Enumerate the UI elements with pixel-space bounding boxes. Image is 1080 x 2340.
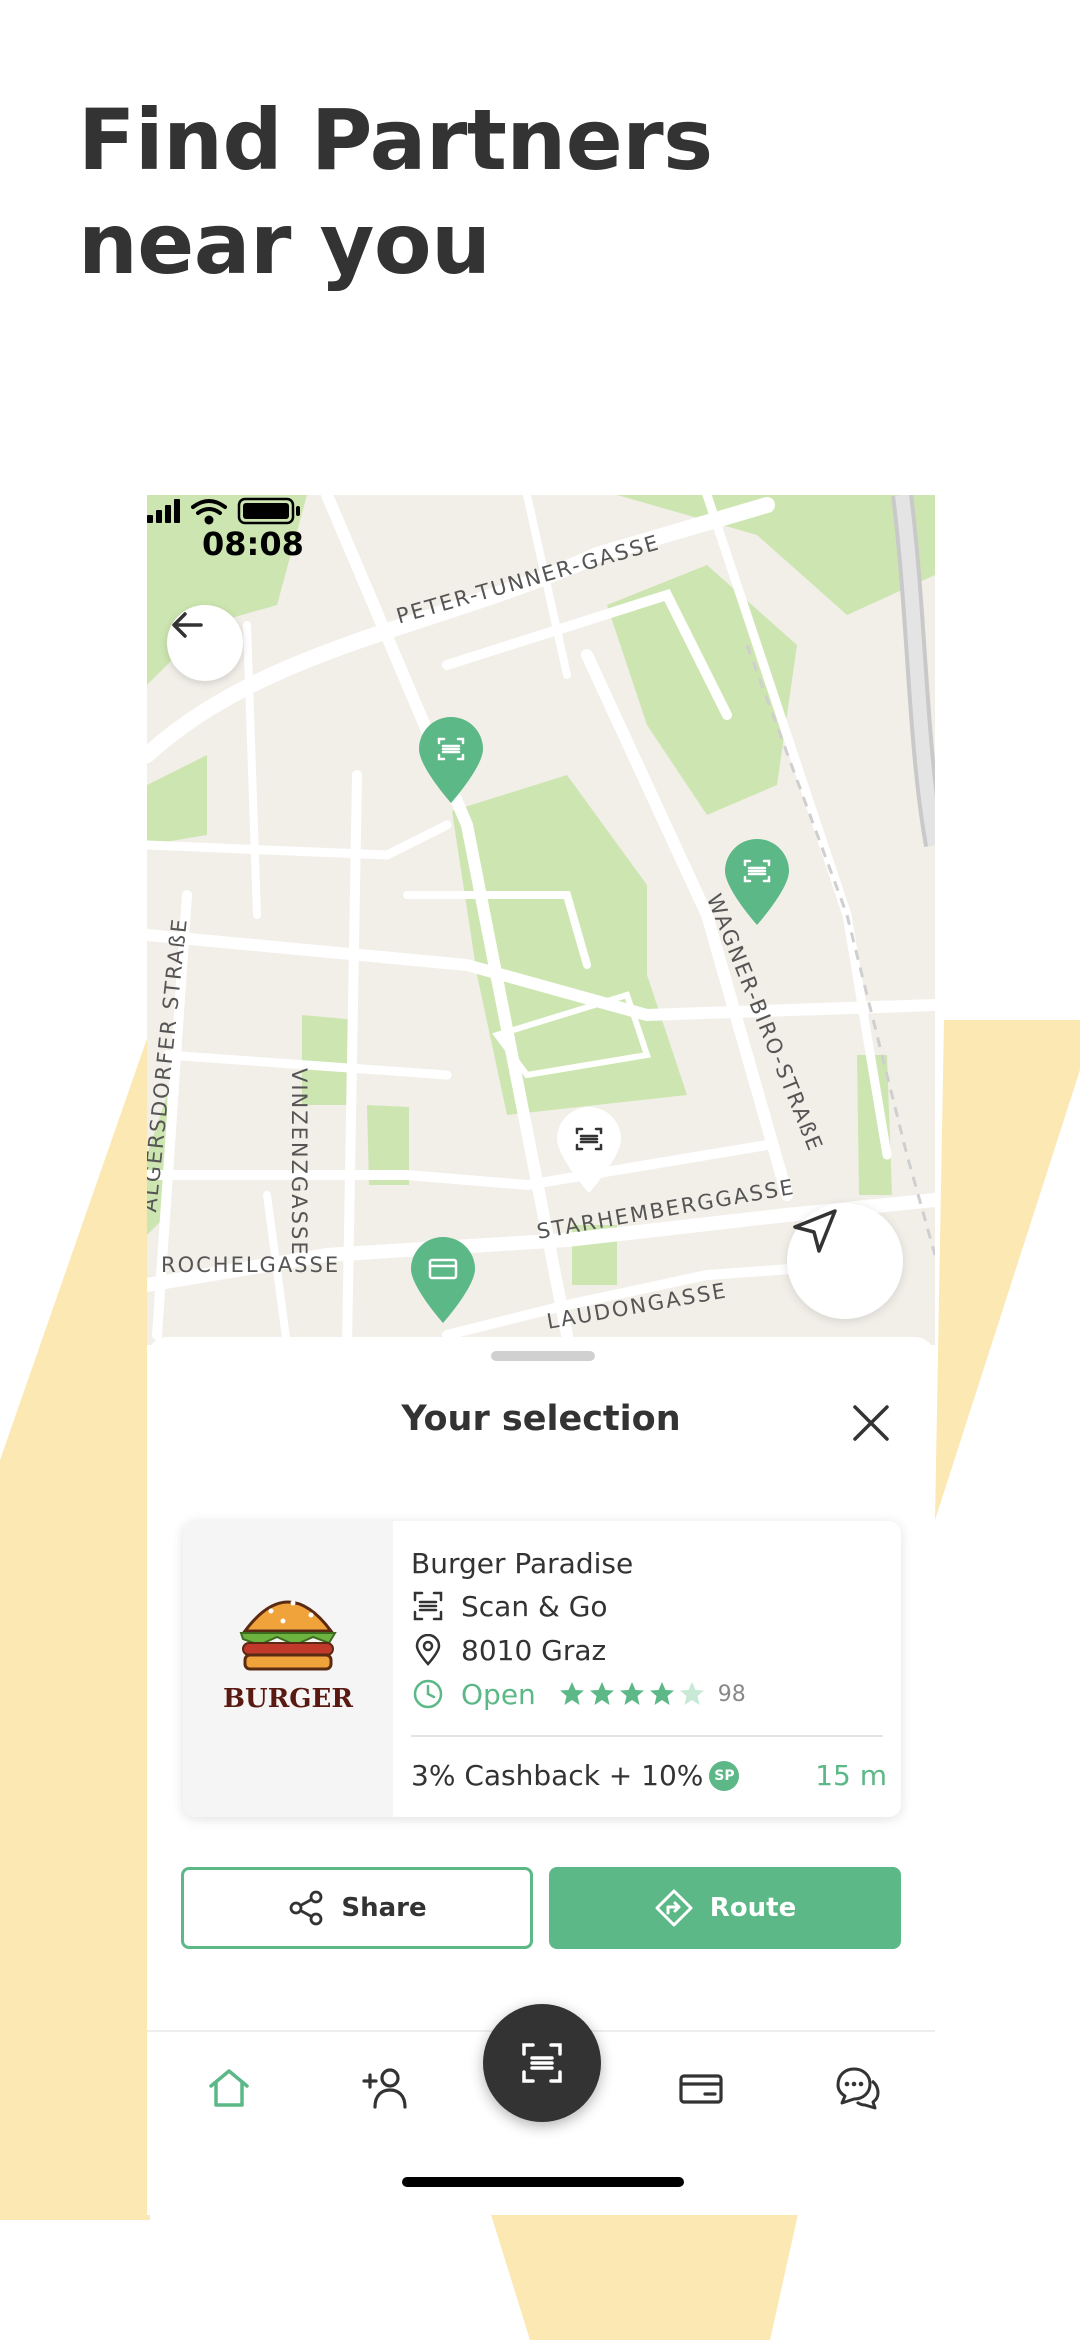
scan-icon — [411, 1589, 445, 1623]
scan-pin-icon — [419, 717, 483, 803]
add-contact-icon — [362, 2068, 407, 2109]
street-label: ROCHELGASSE — [161, 1253, 341, 1277]
close-button[interactable] — [847, 1399, 895, 1447]
route-button[interactable]: Route — [549, 1867, 901, 1949]
page-headline: Find Partners near you — [78, 88, 713, 296]
partner-logo: BURGER — [183, 1521, 393, 1817]
partner-card[interactable]: BURGER Burger Paradise Scan & Go 8010 Gr… — [183, 1521, 901, 1817]
partner-status-row: Open 98 — [411, 1677, 746, 1711]
logo-wordmark: BURGER — [223, 1684, 353, 1714]
map-pin-wallet[interactable] — [409, 1235, 477, 1325]
sheet-drag-handle[interactable] — [491, 1351, 595, 1361]
partner-location: 8010 Graz — [411, 1633, 606, 1667]
star-rating-icon — [559, 1682, 704, 1705]
cashback-info: 3% Cashback + 10% SP — [411, 1759, 740, 1792]
scan-pin-icon — [557, 1107, 621, 1193]
wallet-pin-icon — [411, 1237, 475, 1323]
street-label: VINZENZGASSE — [287, 1068, 311, 1257]
back-button[interactable] — [167, 605, 243, 681]
map-pin-selected[interactable] — [555, 1105, 623, 1195]
chat-icon — [836, 2067, 880, 2110]
map-pin-scan[interactable] — [417, 715, 485, 805]
nav-home[interactable] — [199, 2058, 259, 2118]
partner-map[interactable]: PETER-TUNNER-GASSE WAGNER-BIRO-STRAßE AL… — [147, 495, 935, 1345]
headline-line-2: near you — [78, 195, 491, 293]
review-count: 98 — [717, 1681, 746, 1707]
status-time: 08:08 — [202, 525, 304, 563]
rating-stars — [558, 1680, 708, 1708]
wifi-icon — [191, 499, 227, 525]
partner-details: Burger Paradise Scan & Go 8010 Graz Open… — [411, 1521, 887, 1817]
partner-name: Burger Paradise — [411, 1547, 634, 1580]
locate-me-button[interactable] — [787, 1203, 903, 1319]
status-icons — [147, 497, 300, 525]
phone-screen: PETER-TUNNER-GASSE WAGNER-BIRO-STRAßE AL… — [147, 495, 935, 2215]
share-button[interactable]: Share — [181, 1867, 533, 1949]
route-label: Route — [709, 1893, 797, 1923]
map-pin-scan[interactable] — [723, 837, 791, 927]
wallet-icon — [679, 2074, 723, 2104]
bottom-navigation — [147, 2004, 935, 2152]
clock-icon — [411, 1677, 445, 1711]
home-indicator[interactable] — [402, 2177, 684, 2187]
headline-line-1: Find Partners — [78, 91, 713, 189]
location-pin-icon — [411, 1633, 445, 1667]
close-icon — [853, 1405, 889, 1441]
burger-logo-icon: BURGER — [223, 1600, 353, 1714]
scan-icon — [522, 2043, 562, 2083]
battery-icon — [237, 497, 300, 525]
sheet-title: Your selection — [401, 1399, 681, 1439]
signal-icon — [147, 499, 180, 523]
navigation-arrow-icon — [793, 1209, 837, 1253]
nav-wallet[interactable] — [671, 2058, 731, 2118]
share-icon — [287, 1889, 325, 1927]
points-badge: SP — [709, 1760, 740, 1791]
share-label: Share — [341, 1893, 427, 1923]
scan-button[interactable] — [483, 2004, 601, 2122]
scan-pin-icon — [725, 839, 789, 925]
nav-chat[interactable] — [827, 2058, 887, 2118]
partner-service: Scan & Go — [411, 1589, 608, 1623]
distance: 15 m — [815, 1759, 887, 1792]
card-divider — [411, 1735, 883, 1737]
home-icon — [209, 2069, 249, 2107]
nav-invite[interactable] — [355, 2058, 415, 2118]
arrow-left-icon — [172, 612, 203, 638]
directions-icon — [654, 1888, 694, 1928]
open-status: Open — [461, 1677, 536, 1711]
